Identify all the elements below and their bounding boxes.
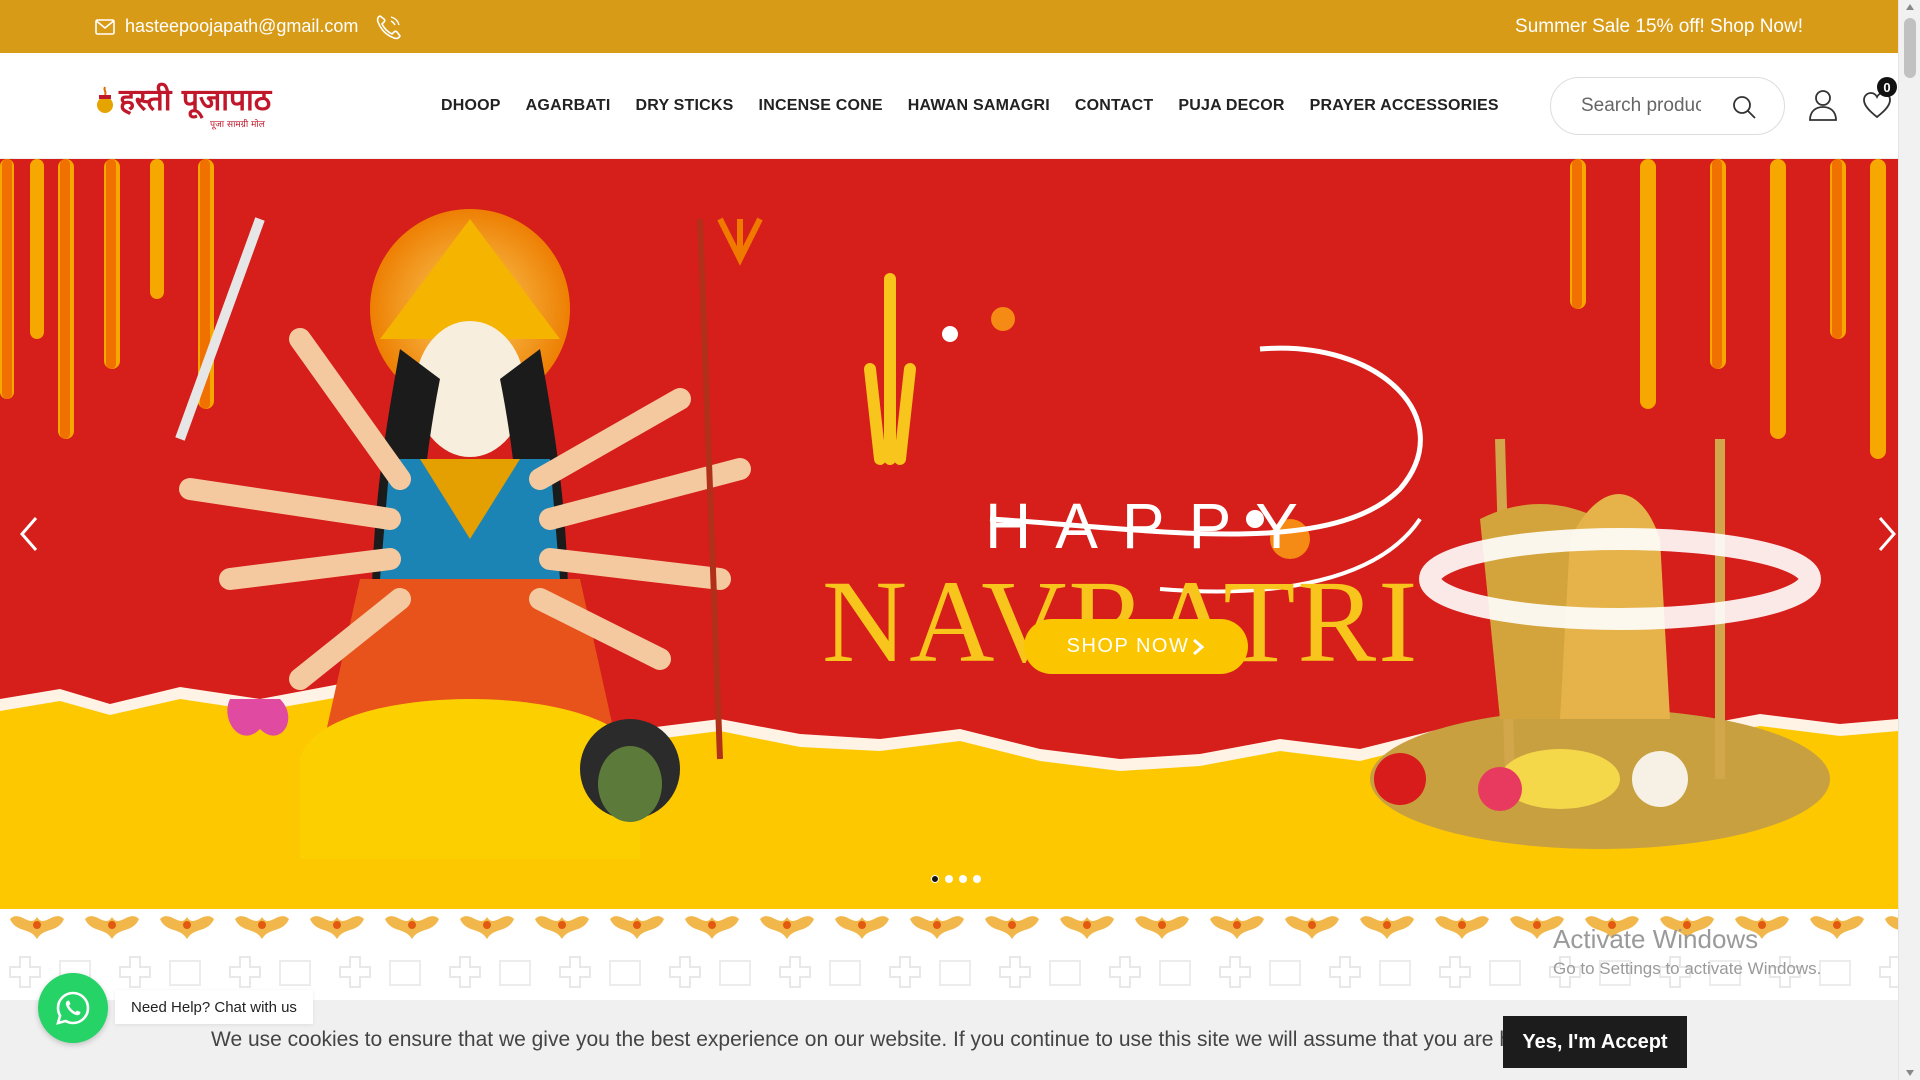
email-contact[interactable]: hasteepoojapath@gmail.com xyxy=(95,0,358,53)
scroll-up-arrow-icon[interactable] xyxy=(1906,4,1914,10)
nav-agarbati[interactable]: AGARBATI xyxy=(526,97,611,115)
slider-pagination xyxy=(931,875,981,883)
site-logo[interactable]: हस्ती पूजापाठ पूजा सामग्री मोल xyxy=(95,83,271,133)
nav-contact[interactable]: CONTACT xyxy=(1075,97,1153,115)
slider-next-arrow-icon[interactable] xyxy=(1874,514,1898,554)
search-icon[interactable] xyxy=(1732,95,1756,119)
nav-hawan-samagri[interactable]: HAWAN SAMAGRI xyxy=(908,97,1050,115)
search-box xyxy=(1550,77,1785,135)
wishlist-count-badge: 0 xyxy=(1877,77,1897,97)
page-scrollbar[interactable] xyxy=(1898,0,1920,1080)
slider-prev-arrow-icon[interactable] xyxy=(18,514,42,554)
search-input[interactable] xyxy=(1581,95,1701,117)
nav-dhoop[interactable]: DHOOP xyxy=(441,97,501,115)
kalash-logo-icon xyxy=(97,86,113,113)
promo-banner[interactable]: Summer Sale 15% off! Shop Now! xyxy=(1515,0,1803,53)
slider-dot-3[interactable] xyxy=(959,875,967,883)
logo-tagline: पूजा सामग्री मोल xyxy=(210,120,265,130)
nav-dry-sticks[interactable]: DRY STICKS xyxy=(636,97,734,115)
user-icon[interactable] xyxy=(1808,89,1838,121)
watermark-subtitle: Go to Settings to activate Windows. xyxy=(1553,959,1822,978)
cookie-accept-button[interactable]: Yes, I'm Accept xyxy=(1503,1016,1687,1068)
site-header: हस्ती पूजापाठ पूजा सामग्री मोल DHOOP AGA… xyxy=(0,53,1898,159)
top-bar: hasteepoojapath@gmail.com Summer Sale 15… xyxy=(0,0,1898,53)
hero-heading-small: HAPPY xyxy=(985,490,1322,562)
slider-dot-4[interactable] xyxy=(973,875,981,883)
scroll-down-arrow-icon[interactable] xyxy=(1906,1070,1914,1076)
phone-icon[interactable] xyxy=(374,13,404,41)
hero-banner-image xyxy=(0,159,1898,909)
mail-icon xyxy=(95,18,115,35)
nav-puja-decor[interactable]: PUJA DECOR xyxy=(1178,97,1284,115)
whatsapp-chat-button[interactable] xyxy=(38,973,108,1043)
whatsapp-icon xyxy=(56,991,90,1025)
cookie-message: We use cookies to ensure that we give yo… xyxy=(211,1028,1622,1051)
whatsapp-chat-label[interactable]: Need Help? Chat with us xyxy=(115,990,313,1024)
nav-prayer-accessories[interactable]: PRAYER ACCESSORIES xyxy=(1310,97,1499,115)
nav-incense-cone[interactable]: INCENSE CONE xyxy=(759,97,883,115)
watermark-title: Activate Windows xyxy=(1553,924,1759,954)
logo-text: हस्ती पूजापाठ xyxy=(119,83,272,118)
email-text[interactable]: hasteepoojapath@gmail.com xyxy=(125,16,358,37)
hero-slider: HAPPY NAVRATRI SHOP NOW xyxy=(0,159,1898,909)
scrollbar-thumb[interactable] xyxy=(1904,18,1916,78)
shop-now-label: SHOP NOW xyxy=(1066,635,1190,657)
chevron-right-icon xyxy=(1193,638,1205,655)
slider-dot-2[interactable] xyxy=(945,875,953,883)
main-nav: DHOOP AGARBATI DRY STICKS INCENSE CONE H… xyxy=(441,53,1524,159)
slider-dot-1[interactable] xyxy=(931,875,939,883)
windows-activation-watermark: Activate Windows Go to Settings to activ… xyxy=(1553,924,1821,979)
shop-now-button[interactable]: SHOP NOW xyxy=(1024,619,1248,674)
